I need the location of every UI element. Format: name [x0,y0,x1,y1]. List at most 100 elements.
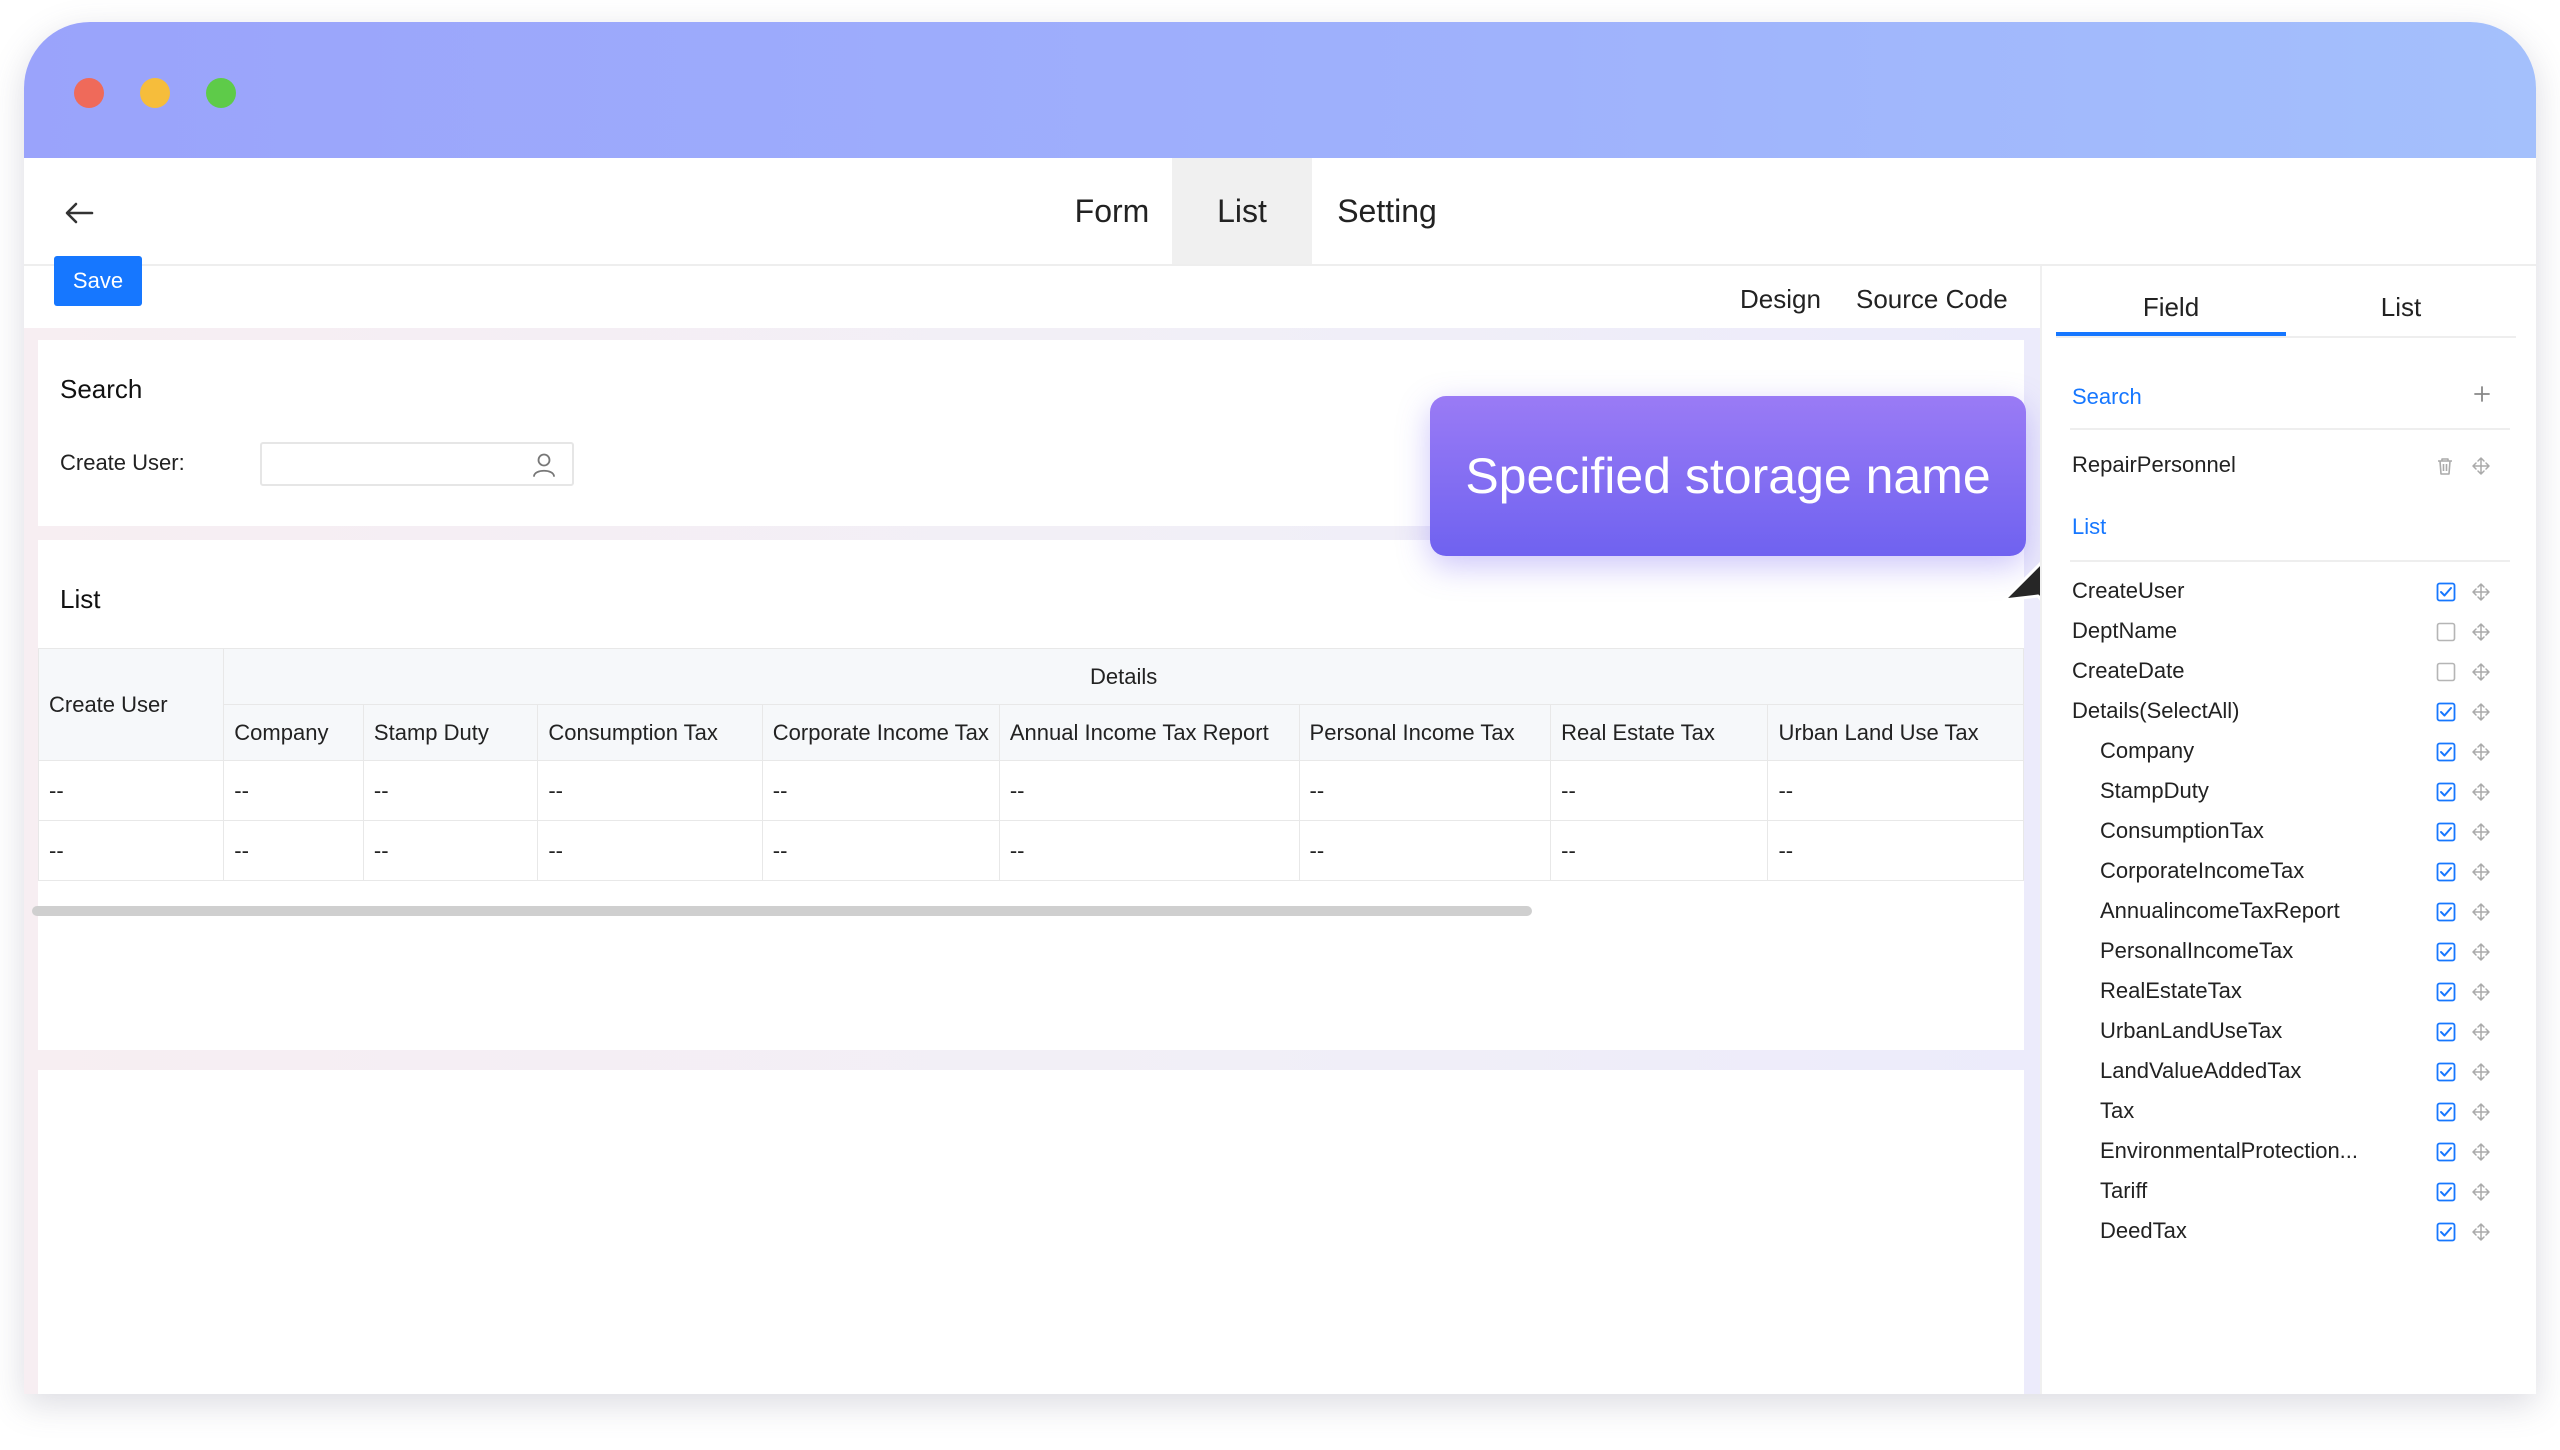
checkbox-checked-icon[interactable] [2436,1222,2456,1242]
list-field-row[interactable]: StampDuty [2072,772,2522,812]
list-field-label: AnnualincomeTaxReport [2100,898,2340,923]
header-real-estate-tax[interactable]: Real Estate Tax [1550,704,1769,761]
drag-handle-icon[interactable] [2471,1062,2491,1082]
drag-handle-icon[interactable] [2471,1142,2491,1162]
drag-handle-icon[interactable] [2471,862,2491,882]
table-row[interactable]: -- -- -- -- -- -- -- -- -- [37,760,2024,821]
checkbox-checked-icon[interactable] [2436,942,2456,962]
checkbox-checked-icon[interactable] [2436,1182,2456,1202]
list-field-row[interactable]: CorporateIncomeTax [2072,852,2522,892]
list-panel[interactable]: List Create User Details Company Stamp D… [32,540,2024,1050]
header-urban-land-use-tax[interactable]: Urban Land Use Tax [1767,704,2024,761]
checkbox-checked-icon[interactable] [2436,982,2456,1002]
search-section-label: Search [2072,384,2142,409]
header-consumption-tax[interactable]: Consumption Tax [537,704,763,761]
header-personal-income-tax[interactable]: Personal Income Tax [1298,704,1552,761]
drag-handle-icon[interactable] [2471,1022,2491,1042]
header-stamp-duty[interactable]: Stamp Duty [362,704,539,761]
list-field-row[interactable]: ConsumptionTax [2072,812,2522,852]
drag-handle-icon[interactable] [2471,782,2491,802]
checkbox-checked-icon[interactable] [2436,742,2456,762]
header-details[interactable]: Details [223,648,2024,705]
field-panel-tabs: Field List [2056,266,2516,338]
arrow-left-icon[interactable] [62,198,96,228]
window-minimize-button[interactable] [140,78,170,108]
active-tab-indicator [2056,332,2286,336]
list-field-row[interactable]: Details(SelectAll) [2072,692,2522,732]
list-field-row[interactable]: CreateUser [2072,572,2522,612]
header-corporate-income-tax[interactable]: Corporate Income Tax [761,704,1000,761]
drag-handle-icon[interactable] [2471,702,2491,722]
tab-form[interactable]: Form [1032,158,1192,264]
list-field-row[interactable]: UrbanLandUseTax [2072,1012,2522,1052]
search-panel-title: Search [60,374,143,404]
checkbox-checked-icon[interactable] [2436,822,2456,842]
horizontal-scrollbar[interactable] [32,906,1532,916]
drag-handle-icon[interactable] [2471,1222,2491,1242]
checkbox-checked-icon[interactable] [2436,702,2456,722]
list-field-row[interactable]: CreateDate [2072,652,2522,692]
tab-list[interactable]: List [1172,158,1312,264]
list-field-row[interactable]: AnnualincomeTaxReport [2072,892,2522,932]
drag-handle-icon[interactable] [2471,662,2491,682]
checkbox-checked-icon[interactable] [2436,582,2456,602]
list-field-row[interactable]: RealEstateTax [2072,972,2522,1012]
user-icon[interactable] [532,452,556,478]
list-field-row[interactable]: EnvironmentalProtection... [2072,1132,2522,1172]
window-close-button[interactable] [74,78,104,108]
divider [2070,428,2510,430]
table-cell: -- [1550,820,1769,881]
checkbox-checked-icon[interactable] [2436,1022,2456,1042]
list-field-row[interactable]: LandValueAddedTax [2072,1052,2522,1092]
list-field-label: CreateDate [2072,658,2185,683]
checkbox-unchecked-icon[interactable] [2436,622,2456,642]
drag-handle-icon[interactable] [2471,982,2491,1002]
search-field-label: RepairPersonnel [2072,452,2236,477]
table-cell: -- [362,760,539,821]
drag-handle-icon[interactable] [2471,622,2491,642]
checkbox-checked-icon[interactable] [2436,1062,2456,1082]
header-create-user[interactable]: Create User [37,648,225,761]
list-field-row[interactable]: Tax [2072,1092,2522,1132]
drag-handle-icon[interactable] [2471,742,2491,762]
tab-field[interactable]: Field [2056,292,2286,323]
search-field-row[interactable]: RepairPersonnel [2072,446,2522,486]
list-field-row[interactable]: DeptName [2072,612,2522,652]
header-annual-income-tax-report[interactable]: Annual Income Tax Report [998,704,1300,761]
trash-icon[interactable] [2436,456,2454,476]
checkbox-checked-icon[interactable] [2436,1102,2456,1122]
tab-source-code[interactable]: Source Code [1856,284,2008,315]
checkbox-checked-icon[interactable] [2436,862,2456,882]
table-cell: -- [761,760,1000,821]
table-row[interactable]: -- -- -- -- -- -- -- -- -- [37,820,2024,881]
list-field-row[interactable]: PersonalIncomeTax [2072,932,2522,972]
drag-handle-icon[interactable] [2471,1182,2491,1202]
tab-list-config[interactable]: List [2286,292,2516,323]
tab-setting[interactable]: Setting [1312,158,1462,264]
list-field-label: EnvironmentalProtection... [2100,1138,2359,1163]
drag-handle-icon[interactable] [2471,1102,2491,1122]
table-cell: -- [362,820,539,881]
checkbox-checked-icon[interactable] [2436,782,2456,802]
checkbox-checked-icon[interactable] [2436,902,2456,922]
create-user-input[interactable] [260,442,574,486]
drag-handle-icon[interactable] [2471,456,2491,476]
window-maximize-button[interactable] [206,78,236,108]
list-field-row[interactable]: Company [2072,732,2522,772]
list-field-row[interactable]: Tariff [2072,1172,2522,1212]
table-cell: -- [998,760,1300,821]
list-field-row[interactable]: DeedTax [2072,1212,2522,1252]
drag-handle-icon[interactable] [2471,942,2491,962]
checkbox-unchecked-icon[interactable] [2436,662,2456,682]
tab-design[interactable]: Design [1740,284,1821,315]
list-field-label: UrbanLandUseTax [2100,1018,2283,1043]
divider [2070,560,2510,562]
drag-handle-icon[interactable] [2471,582,2491,602]
checkbox-checked-icon[interactable] [2436,1142,2456,1162]
drag-handle-icon[interactable] [2471,902,2491,922]
list-panel-title: List [60,584,101,614]
header-company[interactable]: Company [223,704,364,761]
drag-handle-icon[interactable] [2471,822,2491,842]
plus-icon[interactable] [2472,384,2492,404]
save-button[interactable]: Save [54,256,142,306]
